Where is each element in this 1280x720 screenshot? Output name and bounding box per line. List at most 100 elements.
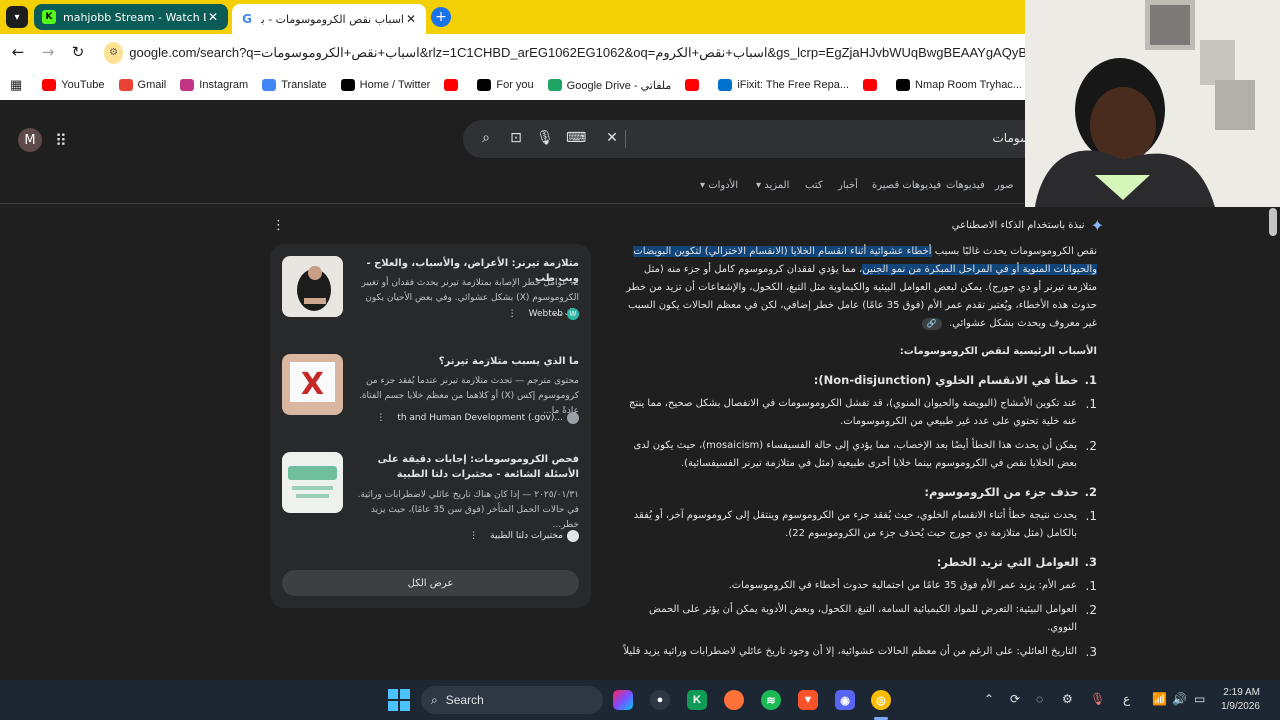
tab-tools-label: الأدوات bbox=[708, 180, 739, 191]
section-title: العوامل التي تزيد الخطر: bbox=[936, 555, 1079, 569]
tab-search-button[interactable]: ▾ bbox=[6, 6, 28, 28]
forward-arrow-icon[interactable]: → bbox=[39, 43, 57, 61]
tab-tools[interactable]: ▾ الأدوات bbox=[700, 180, 738, 191]
svg-text:X: X bbox=[301, 367, 324, 402]
lens-icon[interactable]: ⊡ bbox=[507, 130, 525, 146]
link-chip-icon[interactable]: 🔗 bbox=[921, 318, 942, 330]
bookmark-item[interactable] bbox=[444, 79, 463, 91]
section-number: 2. bbox=[1084, 485, 1097, 499]
clear-icon[interactable]: ✕ bbox=[603, 130, 621, 146]
bookmark-item[interactable]: For you bbox=[477, 79, 534, 91]
volume-icon[interactable]: 🔊 bbox=[1172, 692, 1187, 706]
url-text: google.com/search?q=اسباب+نقص+الكروموسوم… bbox=[129, 44, 1025, 60]
bookmark-favicon-icon bbox=[896, 79, 910, 91]
show-all-button[interactable]: عرض الكل bbox=[282, 570, 579, 596]
scrollbar-thumb[interactable] bbox=[1269, 208, 1277, 236]
bookmark-label: Translate bbox=[281, 79, 327, 91]
bookmark-label: Home / Twitter bbox=[359, 79, 431, 91]
bookmark-favicon-icon bbox=[863, 79, 877, 91]
tab-images[interactable]: صور bbox=[995, 180, 1014, 191]
chevron-up-icon[interactable]: ⌃ bbox=[984, 692, 994, 706]
windows-taskbar: ⌕ Search ● K ≋ ▼ ◉ ◎ ⌃ ⟳ ◌ ⚙ 🎙 ع 📶 🔊 ▭ 2… bbox=[0, 680, 1280, 720]
microphone-icon[interactable]: 🎙 bbox=[1090, 692, 1105, 706]
more-options-icon[interactable]: ⋮ bbox=[376, 413, 385, 423]
back-arrow-icon[interactable]: ← bbox=[9, 43, 27, 61]
wifi-icon[interactable]: 📶 bbox=[1152, 692, 1167, 706]
bookmark-item[interactable]: Google Drive - ملفاتي bbox=[547, 79, 671, 92]
tab-google-search[interactable]: G اسباب نقص الكروموسومات - بحـ ✕ bbox=[232, 4, 426, 34]
bookmark-label: Instagram bbox=[199, 79, 249, 91]
bookmark-favicon-icon bbox=[262, 79, 277, 91]
bookmark-item[interactable]: YouTube bbox=[42, 79, 105, 91]
tab-more[interactable]: ▾ المزيد bbox=[756, 180, 789, 191]
steam-icon[interactable]: ⚙ bbox=[1062, 692, 1073, 706]
copilot-icon[interactable] bbox=[613, 690, 633, 710]
ai-intro: نقص الكروموسومات يحدث غالبًا بسبب أخطاء … bbox=[620, 243, 1097, 333]
windows-start-icon[interactable] bbox=[388, 689, 410, 711]
battery-icon[interactable]: ▭ bbox=[1194, 692, 1205, 706]
ai-overview-header: ✦ نبذة باستخدام الذكاء الاصطناعي bbox=[952, 216, 1104, 235]
avatar[interactable]: M bbox=[18, 128, 42, 152]
obs-icon[interactable]: ● bbox=[650, 690, 670, 710]
search-input[interactable]: ⌕ ⊡ 🎙 ⌨ ✕ ومسومات bbox=[463, 120, 1083, 158]
list-text: عند تكوين الأمشاج (البويضة والحيوان المن… bbox=[628, 398, 1077, 427]
vpn-icon[interactable]: ◌ bbox=[1036, 692, 1043, 706]
tab-books[interactable]: كتب bbox=[805, 180, 823, 191]
more-options-icon[interactable]: ⋮ bbox=[469, 531, 478, 541]
nichd-icon bbox=[567, 412, 579, 424]
microphone-icon[interactable]: 🎙 bbox=[536, 130, 554, 146]
source-card[interactable]: فحص الكروموسومات: إجابات دقيقة على الأسئ… bbox=[282, 452, 579, 542]
bookmark-item[interactable]: iFixit: The Free Repa... bbox=[718, 79, 849, 91]
brave-icon[interactable]: ▼ bbox=[798, 690, 818, 710]
bookmark-item[interactable]: Home / Twitter bbox=[340, 79, 431, 91]
bookmark-item[interactable]: Instagram bbox=[180, 79, 248, 91]
address-bar[interactable]: ⚙ google.com/search?q=اسباب+نقص+الكروموس… bbox=[102, 39, 1025, 66]
tab-short-videos[interactable]: فيديوهات قصيرة bbox=[872, 180, 941, 191]
discord-icon[interactable]: ◉ bbox=[835, 690, 855, 710]
bookmark-item[interactable] bbox=[685, 79, 704, 91]
source-site-name: ...th and Human Development (.gov) bbox=[397, 413, 563, 423]
kick-icon[interactable]: K bbox=[687, 690, 707, 710]
cause-list-item: 3. التاريخ العائلي: على الرغم من أن معظم … bbox=[620, 643, 1097, 661]
search-icon: ⌕ bbox=[431, 692, 438, 707]
section-title: حذف جزء من الكروموسوم: bbox=[924, 485, 1079, 499]
bookmarks-bar: ▦ YouTube Gmail Instagram Translate Home / T… bbox=[0, 70, 1117, 100]
sync-icon[interactable]: ⟳ bbox=[1010, 692, 1020, 706]
more-options-icon[interactable]: ⋮ bbox=[272, 218, 285, 233]
tab-videos[interactable]: فيديوهات bbox=[946, 180, 985, 191]
reload-icon[interactable]: ↻ bbox=[69, 43, 87, 61]
apps-grid-icon[interactable]: ▦ bbox=[10, 77, 22, 93]
bookmark-item[interactable]: Nmap Room Tryhac... bbox=[896, 79, 1022, 91]
bookmark-item[interactable]: Gmail bbox=[118, 79, 166, 91]
site-info-icon[interactable]: ⚙ bbox=[104, 41, 124, 64]
firefox-icon[interactable] bbox=[724, 690, 744, 710]
taskbar-search[interactable]: ⌕ Search bbox=[421, 686, 603, 714]
source-site: مختبرات دلتا الطبية ⋮ bbox=[469, 530, 579, 542]
search-tabs: صور فيديوهات فيديوهات قصيرة أخبار كتب ▾ … bbox=[0, 180, 1020, 202]
close-icon[interactable]: ✕ bbox=[206, 10, 220, 24]
taskbar-search-label: Search bbox=[445, 693, 484, 707]
bookmark-item[interactable] bbox=[863, 79, 882, 91]
more-options-icon[interactable]: ⋮ bbox=[508, 309, 517, 319]
cause-list-item: 1. عند تكوين الأمشاج (البويضة والحيوان ال… bbox=[620, 395, 1097, 431]
google-apps-icon[interactable]: ⠿ bbox=[55, 131, 67, 150]
spotify-icon[interactable]: ≋ bbox=[761, 690, 781, 710]
tab-news[interactable]: أخبار bbox=[838, 180, 858, 191]
chrome-icon[interactable]: ◎ bbox=[871, 690, 891, 710]
page-scrollbar[interactable] bbox=[1266, 204, 1280, 680]
tab-kick-stream[interactable]: K mahjobb Stream - Watch Live o ✕ bbox=[34, 4, 228, 30]
new-tab-button[interactable]: + bbox=[431, 7, 451, 27]
bookmark-item[interactable]: Translate bbox=[262, 79, 327, 91]
language-indicator[interactable]: ع bbox=[1123, 692, 1130, 706]
source-title: ما الذي يسبب متلازمة تيرنر؟ bbox=[438, 356, 579, 367]
list-text: العوامل البيئية: التعرض للمواد الكيميائي… bbox=[648, 604, 1077, 633]
keyboard-icon[interactable]: ⌨ bbox=[566, 130, 586, 146]
list-number: 1. bbox=[1085, 509, 1097, 523]
list-text: عمر الأم: يزيد عمر الأم فوق 35 عامًا من … bbox=[728, 580, 1077, 591]
source-card[interactable]: X ما الذي يسبب متلازمة تيرنر؟ محتوى مترج… bbox=[282, 354, 579, 424]
system-clock[interactable]: 2:19 AM 1/9/2026 bbox=[1221, 686, 1260, 714]
search-icon[interactable]: ⌕ bbox=[477, 130, 495, 146]
bookmark-favicon-icon bbox=[340, 79, 355, 91]
source-card[interactable]: متلازمة تيرنر: الأعراض، والأسباب، والعلا… bbox=[282, 256, 579, 322]
close-icon[interactable]: ✕ bbox=[404, 12, 418, 26]
